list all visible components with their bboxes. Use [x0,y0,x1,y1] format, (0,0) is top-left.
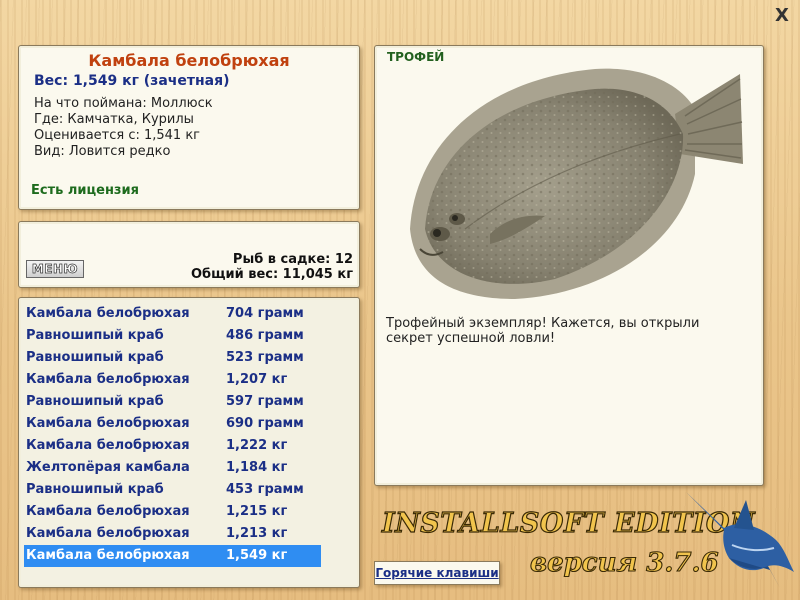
hotkeys-button[interactable]: Горячие клавиши [374,561,500,585]
bait-info: На что поймана: Моллюск [34,96,213,111]
catch-name: Камбала белобрюхая [26,372,190,387]
location-info: Где: Камчатка, Курилы [34,112,194,127]
rating-info: Оценивается с: 1,541 кг [34,128,201,143]
catch-weight: 523 грамм [226,350,304,365]
flounder-image [410,68,743,299]
list-item[interactable]: Камбала белобрюхая 1,549 кг [24,545,321,567]
kind-info: Вид: Ловится редко [34,144,171,159]
cage-count: Рыб в садке: 12 [232,252,353,267]
catch-name: Камбала белобрюхая [26,438,190,453]
catch-weight: 1,184 кг [226,460,288,475]
marlin-icon [686,492,794,588]
catch-weight: 1,213 кг [226,526,288,541]
fish-weight: Вес: 1,549 кг (зачетная) [34,73,230,89]
catch-name: Равношипый краб [26,328,164,343]
catch-weight: 453 грамм [226,482,304,497]
list-item[interactable]: Камбала белобрюхая 690 грамм [24,413,321,435]
catch-name: Камбала белобрюхая [26,306,190,321]
catch-name: Равношипый краб [26,482,164,497]
list-item[interactable]: Камбала белобрюхая 1,215 кг [24,501,321,523]
catch-weight: 690 грамм [226,416,304,431]
catch-weight: 1,222 кг [226,438,288,453]
list-item[interactable]: Желтопёрая камбала 1,184 кг [24,457,321,479]
list-item[interactable]: Равношипый краб 486 грамм [24,325,321,347]
trophy-message: Трофейный экземпляр! Кажется, вы открыли… [386,316,700,346]
list-item[interactable]: Камбала белобрюхая 1,207 кг [24,369,321,391]
catch-weight: 704 грамм [226,306,304,321]
catch-name: Камбала белобрюхая [26,416,190,431]
catch-name: Равношипый краб [26,394,164,409]
catch-name: Желтопёрая камбала [26,460,190,475]
list-item[interactable]: Камбала белобрюхая 1,222 кг [24,435,321,457]
catch-weight: 1,215 кг [226,504,288,519]
catch-name: Равношипый краб [26,350,164,365]
list-item[interactable]: Камбала белобрюхая 1,213 кг [24,523,321,545]
catch-weight: 597 грамм [226,394,304,409]
list-item[interactable]: Равношипый краб 597 грамм [24,391,321,413]
trophy-panel: ТРОФЕЙ Трофейный экземпляр! Кажется, вы … [374,45,764,486]
catch-list: Камбала белобрюхая 704 грамм Равношипый к… [18,297,360,588]
license-status: Есть лицензия [31,183,139,198]
list-item[interactable]: Камбала белобрюхая 704 грамм [24,303,321,325]
close-icon[interactable]: X [772,6,792,26]
catch-weight: 486 грамм [226,328,304,343]
menu-button[interactable]: МЕНЮ [26,260,84,278]
fish-info-panel: Камбала белобрюхая Вес: 1,549 кг (зачетн… [18,45,360,210]
list-item[interactable]: Равношипый краб 523 грамм [24,347,321,369]
fish-title: Камбала белобрюхая [88,51,290,70]
catch-weight: 1,549 кг [226,548,288,563]
cage-total-weight: Общий вес: 11,045 кг [190,267,353,282]
catch-name: Камбала белобрюхая [26,548,190,563]
catch-weight: 1,207 кг [226,372,288,387]
catch-name: Камбала белобрюхая [26,504,190,519]
list-item[interactable]: Равношипый краб 453 грамм [24,479,321,501]
catch-name: Камбала белобрюхая [26,526,190,541]
cage-panel: МЕНЮ Рыб в садке: 12 Общий вес: 11,045 к… [18,221,360,288]
